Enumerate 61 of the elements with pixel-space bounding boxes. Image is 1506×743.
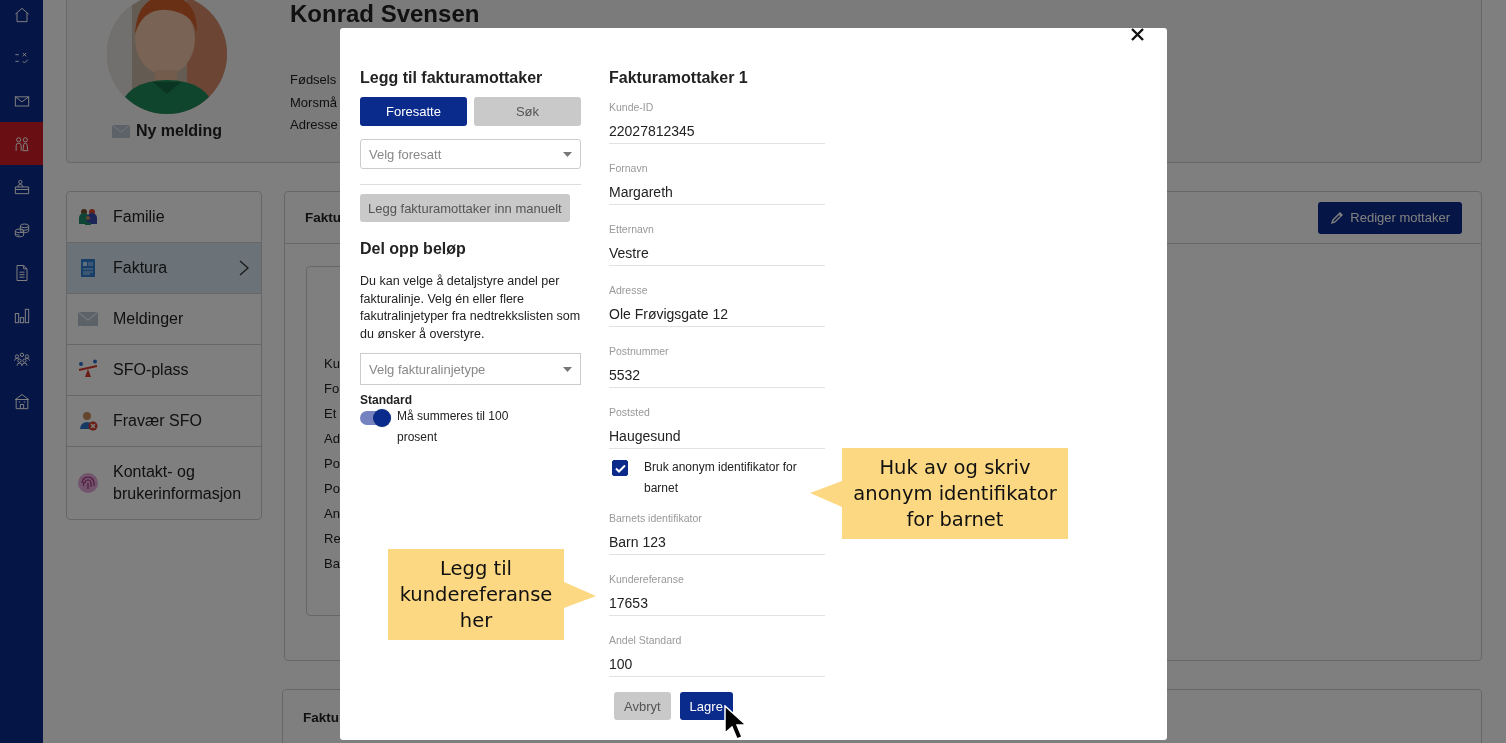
detail-label: Ba [324,555,340,573]
guardian-select[interactable]: Velg foresatt [360,139,581,169]
text-field[interactable]: Kundereferanse 17653 [609,560,825,616]
toggle-text: Må summeres til 100 prosent [397,408,510,446]
text-field[interactable]: Poststed Haugesund [609,393,825,449]
menu-item[interactable]: Kontakt- og brukerinformasjon [67,447,261,519]
text-field[interactable]: Barnets identifikator Barn 123 [609,499,825,555]
detail-label: Po [324,480,340,498]
new-message-link[interactable]: Ny melding [135,122,223,140]
toggle-label: Standard [360,393,413,407]
chevron-icon [239,260,249,276]
info-label: Adresse [290,116,338,134]
menu-item[interactable]: Fravær SFO [67,396,261,447]
line-type-select[interactable]: Velg fakturalinjetype [360,353,581,385]
tab[interactable]: Foresatte [360,97,467,126]
info-label: Morsmå [290,93,337,112]
description: Du kan velge å detaljstyre andel per fakturalinje. Velg én eller flere fakutralinjetyper fra nedtrekkslisten som du ønsker å overstyre. [360,273,581,343]
save-button[interactable]: Lagre [679,692,733,720]
detail-label: Po [324,455,340,473]
edit-recipient-button[interactable]: Rediger mottaker [1318,201,1462,234]
panel-title: Faktu [303,710,339,725]
callout-note: Legg til kundereferanse her [388,549,564,640]
detail-label: Ku [324,355,340,373]
text-field[interactable]: Andel Standard 100 [609,621,825,677]
rail-item[interactable] [0,122,43,165]
absence-icon [77,410,99,432]
detail-label: Ad [324,430,340,448]
detail-label: Et [324,405,337,423]
checkbox-label: Bruk anonym identifikator for barnet [644,459,798,497]
section-heading: Del opp beløp [360,239,467,259]
info-label: Fødsels [290,71,337,89]
detail-label: Fo [324,380,340,398]
text-field[interactable]: Fornavn Margareth [609,149,825,205]
cancel-button[interactable]: Avbryt [614,692,671,720]
fingerprint-icon [77,472,99,494]
text-field[interactable]: Kunde-ID 22027812345 [609,88,825,144]
close-icon[interactable] [1131,28,1144,41]
checkbox[interactable] [612,460,628,476]
panel-title: Faktu [305,210,341,225]
caret-icon [563,366,572,372]
detail-label: Re [324,530,341,548]
envelope-icon [111,124,130,138]
text-field[interactable]: Etternavn Vestre [609,210,825,266]
family-icon [77,206,99,228]
tab[interactable]: Søk [474,97,581,126]
menu-item[interactable]: SFO-plass [67,345,261,396]
manual-entry-button[interactable]: Legg fakturamottaker inn manuelt [360,194,570,222]
text-field[interactable]: Adresse Ole Frøvigsgate 12 [609,271,825,327]
recipient-heading: Fakturamottaker 1 [609,68,749,88]
caret-icon [563,151,572,157]
text-field[interactable]: Postnummer 5532 [609,332,825,388]
callout-pointer [810,478,842,509]
student-name: Konrad Svensen [290,0,480,27]
menu-item[interactable]: Meldinger [67,294,261,345]
dialog-heading: Legg til fakturamottaker [360,68,544,88]
detail-label: An [324,505,340,523]
menu-item[interactable]: Faktura [67,243,261,294]
pencil-icon [1330,210,1345,225]
callout-note: Huk av og skriv anonym identifikator for barnet [842,448,1068,539]
toggle-switch[interactable] [360,411,390,425]
callout-pointer [564,579,596,610]
